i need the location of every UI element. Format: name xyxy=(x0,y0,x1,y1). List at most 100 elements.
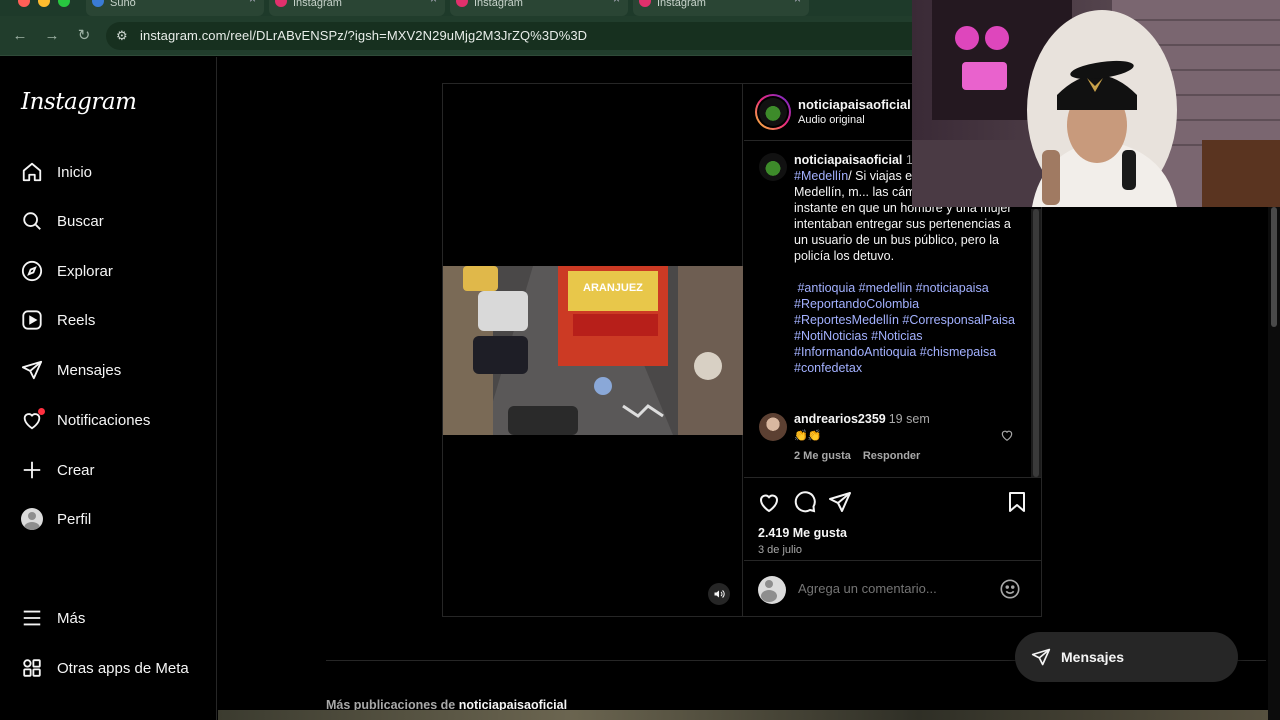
comment-item: andrearios2359 19 sem 👏👏 2 Me gusta Respon… xyxy=(744,410,1041,470)
instagram-favicon-icon xyxy=(639,0,651,7)
caption-username[interactable]: noticiapaisaoficial xyxy=(794,153,902,167)
post-actions: 2.419 Me gusta 3 de julio xyxy=(744,477,1041,556)
sidebar-item-mas[interactable]: Más xyxy=(20,604,210,632)
home-icon xyxy=(20,160,44,184)
close-window-button[interactable] xyxy=(18,0,30,7)
share-icon[interactable] xyxy=(828,490,852,514)
sidebar-item-perfil[interactable]: Perfil xyxy=(20,505,210,533)
caption-avatar[interactable] xyxy=(759,153,787,181)
sidebar-item-notificaciones[interactable]: Notificaciones xyxy=(20,406,210,434)
reels-icon xyxy=(20,308,44,332)
hashtag-link[interactable]: #noticiapaisa xyxy=(916,281,989,295)
instagram-logo[interactable]: Instagram xyxy=(21,89,137,115)
tab-title: Instagram xyxy=(293,0,342,9)
hashtag-link[interactable]: #ReportesMedellín xyxy=(794,313,899,327)
close-tab-icon[interactable]: × xyxy=(613,0,620,5)
hashtag-link[interactable]: #Noticias xyxy=(871,329,922,343)
comment-like-icon[interactable] xyxy=(1000,428,1014,447)
speaker-icon xyxy=(714,590,725,598)
webcam-overlay xyxy=(912,0,1280,207)
send-icon xyxy=(20,358,44,382)
sidebar-item-meta-apps[interactable]: Otras apps de Meta xyxy=(20,654,210,682)
audio-label[interactable]: Audio original xyxy=(798,114,865,126)
instagram-favicon-icon xyxy=(456,0,468,7)
apps-grid-icon xyxy=(20,656,44,680)
sidebar-item-buscar[interactable]: Buscar xyxy=(20,207,210,235)
hashtag-link[interactable]: #medellin xyxy=(859,281,913,295)
browser-tab[interactable]: Suno × xyxy=(86,0,264,16)
site-settings-icon[interactable]: ⚙ xyxy=(116,28,128,44)
sidebar-item-explorar[interactable]: Explorar xyxy=(20,257,210,285)
comment-icon[interactable] xyxy=(793,490,817,514)
url-field[interactable]: ⚙ instagram.com/reel/DLrABvENSPz/?igsh=M… xyxy=(106,22,926,50)
street-scene-image: ARANJUEZ xyxy=(443,266,743,435)
minimize-window-button[interactable] xyxy=(38,0,50,7)
hashtag-link[interactable]: #ReportandoColombia xyxy=(794,297,919,311)
instagram-sidebar: Instagram Inicio Buscar Explorar Reels M… xyxy=(0,57,217,720)
sidebar-item-label: Notificaciones xyxy=(57,411,151,429)
messages-float-button[interactable]: Mensajes xyxy=(1015,632,1238,682)
hashtag-link[interactable]: #InformandoAntioquia xyxy=(794,345,916,359)
hashtag-link[interactable]: #antioquia xyxy=(797,281,855,295)
like-icon[interactable] xyxy=(757,490,781,514)
sidebar-item-label: Inicio xyxy=(57,163,93,181)
sidebar-item-label: Más xyxy=(57,609,86,627)
story-ring-avatar[interactable] xyxy=(755,94,791,130)
like-count[interactable]: 2.419 Me gusta xyxy=(758,526,847,540)
back-button[interactable]: ← xyxy=(10,26,30,46)
sidebar-item-label: Otras apps de Meta xyxy=(57,659,189,677)
sidebar-item-label: Mensajes xyxy=(57,361,122,379)
reload-button[interactable]: ↻ xyxy=(74,26,94,46)
comments-scrollbar[interactable] xyxy=(1031,209,1041,477)
maximize-window-button[interactable] xyxy=(58,0,70,7)
save-icon[interactable] xyxy=(1005,490,1029,514)
commenter-username[interactable]: andrearios2359 xyxy=(794,412,886,426)
emoji-icon[interactable] xyxy=(999,578,1021,605)
search-icon xyxy=(20,209,44,233)
sidebar-item-label: Buscar xyxy=(57,212,104,230)
browser-tab[interactable]: Instagram × xyxy=(269,0,445,16)
close-tab-icon[interactable]: × xyxy=(794,0,801,5)
commenter-avatar[interactable] xyxy=(759,413,787,441)
hashtag-link[interactable]: #confedetax xyxy=(794,361,862,375)
window-controls xyxy=(18,0,70,7)
hashtag-link[interactable]: #Medellín xyxy=(794,169,848,183)
send-icon xyxy=(1031,647,1051,667)
browser-tab[interactable]: Instagram × xyxy=(450,0,628,16)
hashtag-list: #antioquia #medellin #noticiapaisa #Repo… xyxy=(794,280,1022,376)
comment-meta: 2 Me gusta Responder xyxy=(794,450,920,462)
comment-input[interactable] xyxy=(798,581,988,596)
forward-button[interactable]: → xyxy=(42,26,62,46)
hashtag-link[interactable]: #NotiNoticias xyxy=(794,329,868,343)
sidebar-item-inicio[interactable]: Inicio xyxy=(20,158,210,186)
audio-toggle-button[interactable] xyxy=(708,583,730,605)
url-text: instagram.com/reel/DLrABvENSPz/?igsh=MXV… xyxy=(140,28,588,43)
plus-icon xyxy=(20,458,44,482)
sidebar-item-label: Crear xyxy=(57,461,95,479)
comment-time: 19 sem xyxy=(888,412,930,426)
post-date: 3 de julio xyxy=(758,544,803,556)
post-username[interactable]: noticiapaisaoficial xyxy=(798,97,911,112)
svg-text:ARANJUEZ: ARANJUEZ xyxy=(583,282,643,294)
sidebar-item-mensajes[interactable]: Mensajes xyxy=(20,356,210,384)
reply-button[interactable]: Responder xyxy=(863,450,920,462)
tab-title: Instagram xyxy=(657,0,706,9)
tab-title: Instagram xyxy=(474,0,523,9)
hashtag-link[interactable]: #CorresponsalPaisa xyxy=(902,313,1015,327)
reel-video[interactable]: ARANJUEZ xyxy=(443,84,743,616)
video-frame[interactable]: ARANJUEZ xyxy=(443,266,743,435)
comment-likes[interactable]: 2 Me gusta xyxy=(794,450,851,462)
sidebar-item-reels[interactable]: Reels xyxy=(20,306,210,334)
instagram-favicon-icon xyxy=(275,0,287,7)
sidebar-item-crear[interactable]: Crear xyxy=(20,456,210,484)
webcam-image xyxy=(912,0,1280,207)
page-scroll-thumb[interactable] xyxy=(1271,207,1277,327)
browser-tab[interactable]: Instagram × xyxy=(633,0,809,16)
close-tab-icon[interactable]: × xyxy=(430,0,437,5)
profile-avatar-wrap xyxy=(20,507,44,531)
compass-icon xyxy=(20,259,44,283)
hashtag-link[interactable]: #chismepaisa xyxy=(920,345,996,359)
notification-dot xyxy=(38,408,45,415)
menu-icon xyxy=(20,606,44,630)
close-tab-icon[interactable]: × xyxy=(249,0,256,5)
